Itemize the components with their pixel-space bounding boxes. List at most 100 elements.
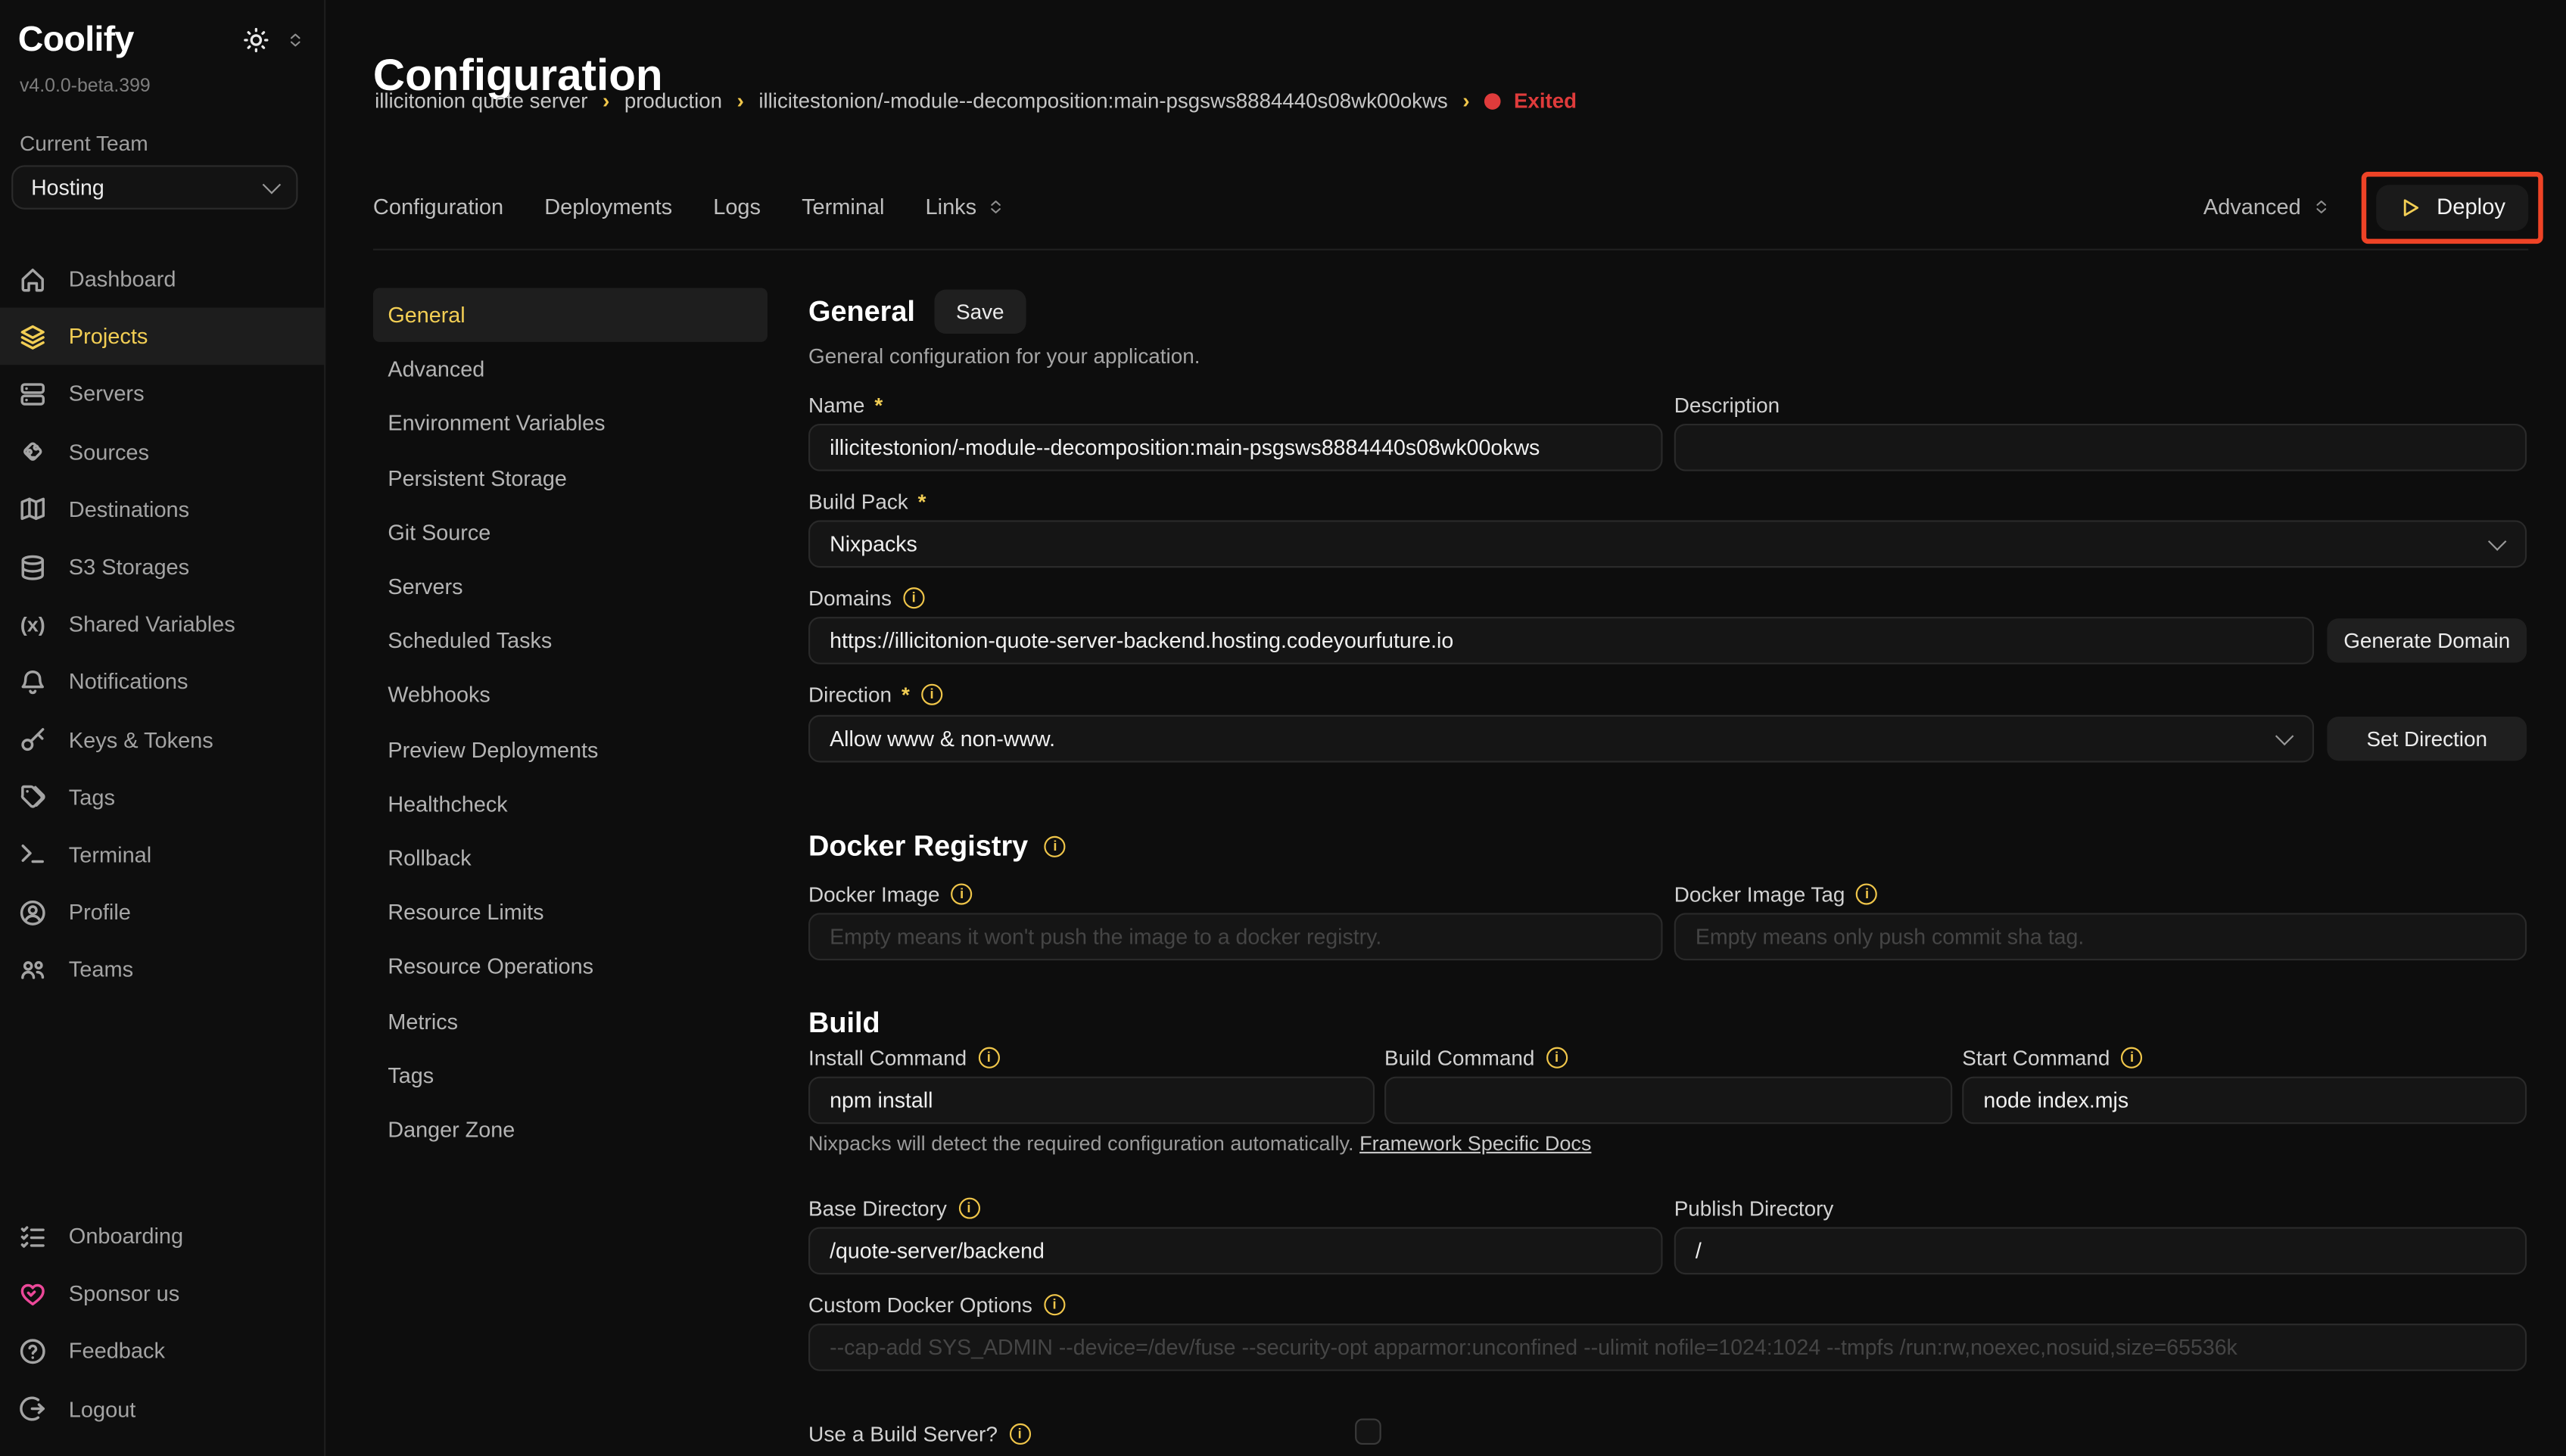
subnav-item-git-source[interactable]: Git Source — [373, 506, 768, 560]
tab-links[interactable]: Links — [926, 194, 1004, 219]
bell-icon — [18, 667, 48, 697]
publish-directory-input[interactable] — [1674, 1227, 2527, 1274]
breadcrumb: illicitonion quote server production ill… — [375, 89, 1577, 113]
tab-bar: Configuration Deployments Logs Terminal … — [373, 170, 2543, 244]
info-icon — [2122, 1047, 2143, 1069]
subnav-item-advanced[interactable]: Advanced — [373, 342, 768, 397]
publish-directory-label: Publish Directory — [1674, 1196, 1834, 1220]
app-logo[interactable]: Coolify — [18, 20, 134, 61]
build-pack-select[interactable]: Nixpacks — [808, 521, 2527, 568]
sidebar-item-terminal[interactable]: Terminal — [0, 826, 325, 884]
subnav-item-tags[interactable]: Tags — [373, 1048, 768, 1103]
sidebar-item-teams[interactable]: Teams — [0, 941, 325, 999]
base-directory-input[interactable] — [808, 1227, 1663, 1274]
subnav-item-resource-limits[interactable]: Resource Limits — [373, 885, 768, 940]
generate-domain-button[interactable]: Generate Domain — [2327, 618, 2527, 662]
info-icon — [1044, 1294, 1065, 1315]
subnav-item-danger-zone[interactable]: Danger Zone — [373, 1103, 768, 1157]
home-icon — [18, 264, 48, 294]
subnav-item-persistent-storage[interactable]: Persistent Storage — [373, 451, 768, 506]
deploy-annotation-box: Deploy — [2362, 171, 2543, 243]
install-command-input[interactable] — [808, 1077, 1375, 1125]
tags-icon — [18, 782, 48, 812]
sidebar-item-dashboard[interactable]: Dashboard — [0, 250, 325, 308]
docker-image-tag-input[interactable] — [1674, 913, 2527, 960]
set-direction-button[interactable]: Set Direction — [2327, 717, 2527, 761]
sidebar-item-notifications[interactable]: Notifications — [0, 653, 325, 711]
sidebar-nav: Dashboard Projects Servers Sources Desti… — [0, 250, 325, 999]
chevrons-up-down-icon — [2312, 196, 2331, 217]
chevron-right-icon — [1462, 89, 1469, 113]
chevron-down-icon — [263, 176, 281, 194]
sidebar-item-tags[interactable]: Tags — [0, 768, 325, 826]
sidebar-item-keys-tokens[interactable]: Keys & Tokens — [0, 711, 325, 768]
sidebar-item-sponsor[interactable]: Sponsor us — [0, 1265, 325, 1323]
sidebar-item-logout[interactable]: Logout — [0, 1380, 325, 1438]
framework-docs-link[interactable]: Framework Specific Docs — [1359, 1132, 1591, 1155]
subnav-item-scheduled-tasks[interactable]: Scheduled Tasks — [373, 614, 768, 668]
tab-terminal[interactable]: Terminal — [802, 194, 884, 219]
sidebar-item-projects[interactable]: Projects — [0, 308, 325, 366]
subnav-item-general[interactable]: General — [373, 288, 768, 343]
sidebar-item-profile[interactable]: Profile — [0, 884, 325, 941]
sidebar: Coolify v4.0.0-beta.399 Current Team Hos… — [0, 0, 325, 1456]
subnav-item-servers[interactable]: Servers — [373, 559, 768, 614]
sidebar-item-servers[interactable]: Servers — [0, 366, 325, 423]
build-command-input[interactable] — [1384, 1077, 1952, 1125]
use-build-server-checkbox[interactable] — [1355, 1418, 1381, 1445]
base-directory-label: Base Directory — [808, 1196, 979, 1220]
subnav-item-resource-operations[interactable]: Resource Operations — [373, 940, 768, 994]
section-heading-general: General — [808, 294, 915, 328]
start-command-input[interactable] — [1962, 1077, 2527, 1125]
subnav-item-healthcheck[interactable]: Healthcheck — [373, 776, 768, 831]
start-command-label: Start Command — [1962, 1046, 2142, 1070]
heart-icon — [18, 1279, 48, 1308]
custom-docker-options-label: Custom Docker Options — [808, 1293, 1065, 1317]
name-label: Name — [808, 393, 883, 417]
domains-label: Domains — [808, 586, 924, 610]
theme-dropdown-chevrons-icon[interactable] — [286, 30, 304, 51]
breadcrumb-application[interactable]: illicitestonion/-module--decomposition:m… — [758, 89, 1447, 113]
key-icon — [18, 725, 48, 754]
sidebar-item-shared-variables[interactable]: (x) Shared Variables — [0, 596, 325, 653]
sidebar-item-feedback[interactable]: Feedback — [0, 1323, 325, 1380]
team-select[interactable]: Hosting — [11, 165, 297, 209]
deploy-button[interactable]: Deploy — [2376, 184, 2528, 230]
breadcrumb-environment[interactable]: production — [624, 89, 722, 113]
sidebar-item-s3-storages[interactable]: S3 Storages — [0, 538, 325, 596]
tab-deployments[interactable]: Deployments — [544, 194, 672, 219]
info-icon — [951, 883, 973, 904]
subnav-item-rollback[interactable]: Rollback — [373, 831, 768, 885]
server-icon — [18, 380, 48, 409]
description-input[interactable] — [1674, 424, 2527, 471]
build-command-label: Build Command — [1384, 1046, 1568, 1070]
subnav-item-environment-variables[interactable]: Environment Variables — [373, 397, 768, 451]
domains-input[interactable] — [808, 617, 2314, 664]
subnav-item-webhooks[interactable]: Webhooks — [373, 668, 768, 723]
docker-image-input[interactable] — [808, 913, 1663, 960]
save-button[interactable]: Save — [935, 290, 1026, 334]
tab-logs[interactable]: Logs — [713, 194, 761, 219]
play-icon — [2399, 195, 2421, 218]
docker-image-tag-label: Docker Image Tag — [1674, 882, 1878, 906]
sidebar-item-sources[interactable]: Sources — [0, 423, 325, 481]
section-heading-docker-registry: Docker Registry — [808, 829, 1028, 863]
subnav-item-preview-deployments[interactable]: Preview Deployments — [373, 723, 768, 777]
subnav-item-metrics[interactable]: Metrics — [373, 994, 768, 1048]
custom-docker-options-input[interactable] — [808, 1324, 2527, 1371]
advanced-dropdown[interactable]: Advanced — [2203, 194, 2331, 219]
sidebar-item-destinations[interactable]: Destinations — [0, 481, 325, 538]
section-heading-build-row: Build — [808, 1006, 880, 1041]
status-badge: Exited — [1484, 89, 1577, 113]
sidebar-item-onboarding[interactable]: Onboarding — [0, 1208, 325, 1265]
direction-select[interactable]: Allow www & non-www. — [808, 715, 2314, 763]
docker-image-label: Docker Image — [808, 882, 973, 906]
chevron-down-icon — [2275, 727, 2294, 745]
user-circle-icon — [18, 898, 48, 927]
help-circle-icon — [18, 1336, 48, 1366]
breadcrumb-project[interactable]: illicitonion quote server — [375, 89, 587, 113]
theme-toggle-sun-icon[interactable] — [242, 26, 270, 54]
required-asterisk — [900, 683, 910, 707]
tab-configuration[interactable]: Configuration — [373, 194, 503, 219]
name-input[interactable] — [808, 424, 1663, 471]
